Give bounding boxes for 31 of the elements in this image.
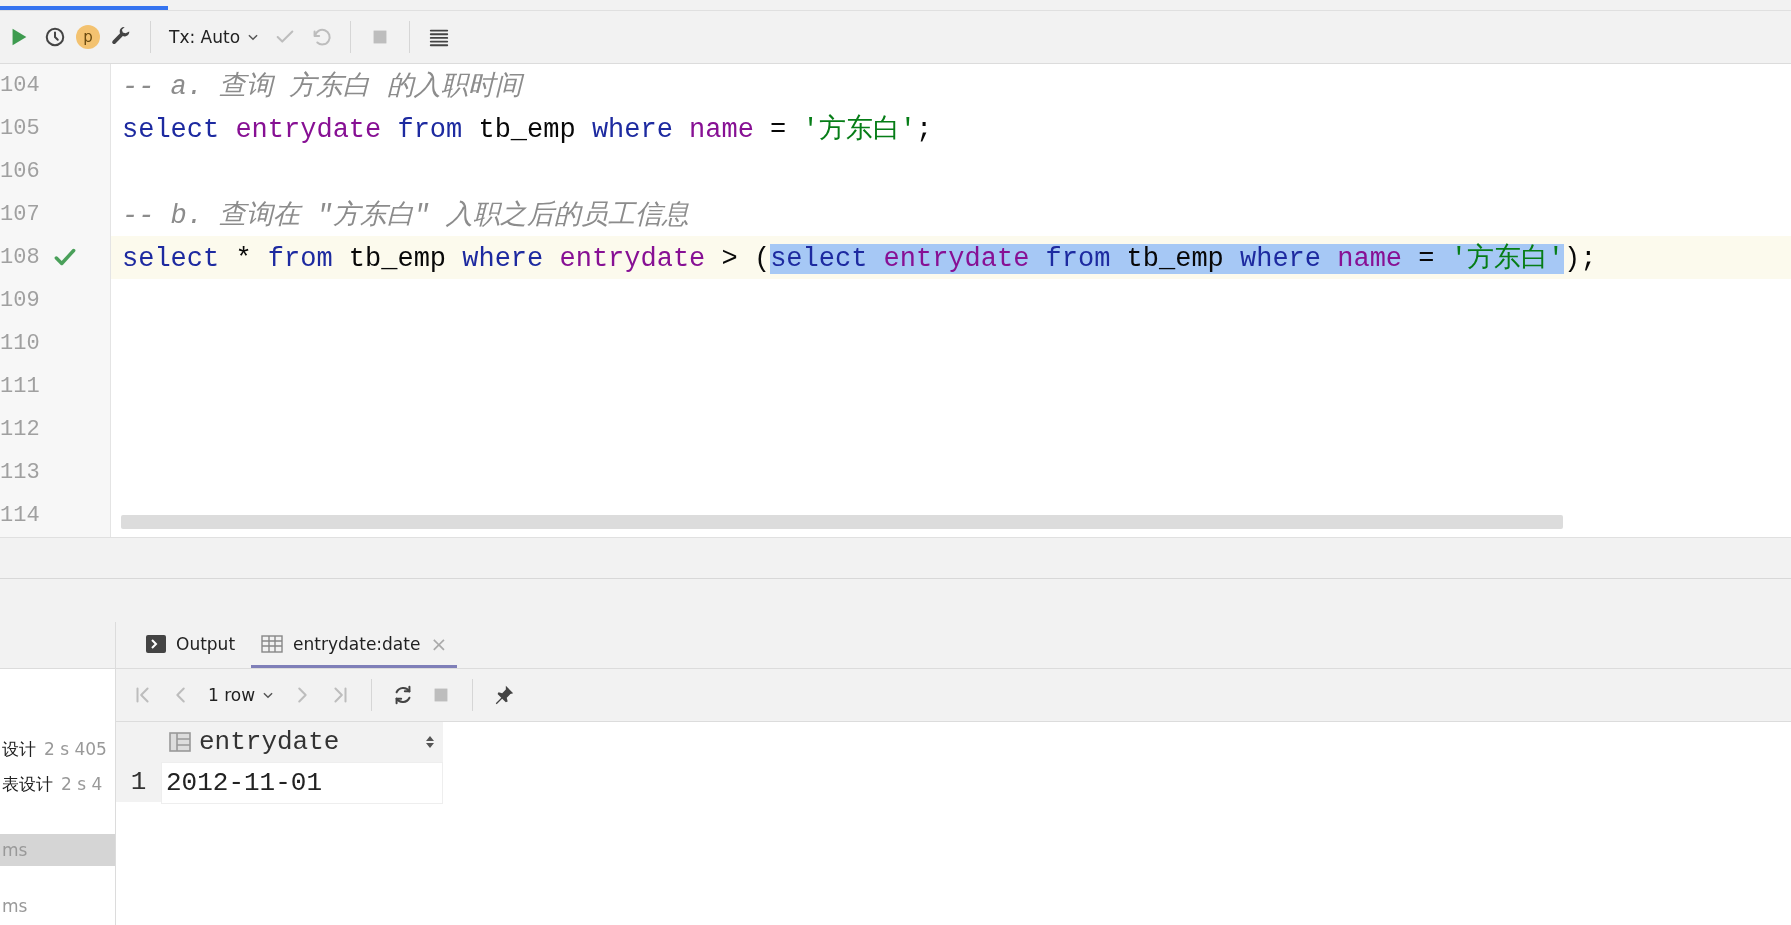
line-number: 112 [0, 416, 41, 442]
line-number: 108 [0, 244, 41, 270]
service-item[interactable]: 表设计 2 s 4 [0, 768, 115, 800]
line-number: 113 [0, 459, 41, 485]
service-item[interactable]: 设计 2 s 405 [0, 733, 115, 765]
line-number: 110 [0, 330, 41, 356]
row-number: 1 [116, 762, 161, 802]
horizontal-scrollbar[interactable] [121, 515, 1563, 530]
sort-icon [425, 735, 435, 749]
table-cell: 2012-11-01 [161, 762, 443, 804]
clock-icon [44, 25, 66, 48]
console-icon [146, 634, 166, 653]
line-number: 107 [0, 201, 41, 227]
column-icon [169, 732, 191, 752]
line-number: 104 [0, 72, 41, 98]
line-number: 114 [0, 502, 41, 528]
table-icon [261, 634, 284, 653]
code-line: select * from tb_emp where entrydate > (select entrydate from tb_emp where name = '方东白'); [122, 242, 1597, 276]
transaction-dropdown[interactable]: Tx: Auto [165, 22, 265, 51]
line-number: 106 [0, 158, 41, 184]
row-count-dropdown[interactable]: 1 row [204, 681, 280, 709]
result-tab[interactable]: Output [136, 622, 246, 668]
column-header[interactable]: entrydate [161, 722, 443, 762]
line-number: 109 [0, 287, 41, 313]
profile-button[interactable]: p [76, 24, 100, 49]
code-editor[interactable] [0, 63, 1791, 538]
pin-icon [493, 684, 516, 706]
line-number: 105 [0, 115, 41, 141]
code-line: select entrydate from tb_emp where name = '方东白'; [122, 113, 933, 147]
line-number: 111 [0, 373, 41, 399]
code-comment: -- b. 查询在 "方东白" 入职之后的员工信息 [122, 199, 690, 233]
